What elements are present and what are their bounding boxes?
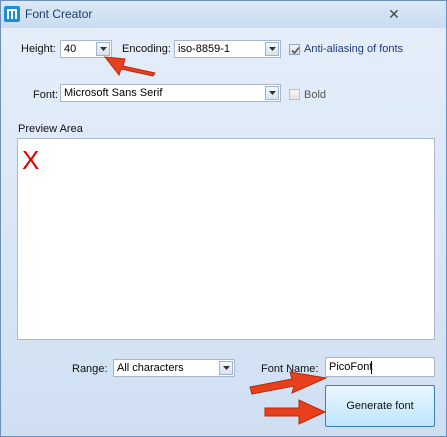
font-dropdown-button[interactable] [265,86,279,100]
font-label: Font: [33,89,59,101]
font-name-input[interactable]: PicoFont [325,357,435,377]
bold-label: Bold [304,89,327,101]
chevron-down-icon [269,91,276,95]
font-select[interactable]: Microsoft Sans Serif [60,84,281,102]
chevron-down-icon [269,47,276,51]
close-icon[interactable]: ✕ [386,7,402,21]
encoding-dropdown-button[interactable] [265,42,279,56]
checkmark-icon [291,46,300,55]
range-label: Range: [72,363,108,375]
preview-glyph: X [22,145,40,175]
antialias-label: Anti-aliasing of fonts [304,43,404,55]
preview-area-label: Preview Area [18,123,83,135]
bold-checkbox[interactable] [289,89,300,100]
title-bar: Font Creator ✕ [1,1,446,28]
annotation-arrow-generate [264,399,327,425]
text-caret [371,361,372,374]
range-select[interactable]: All characters [113,359,235,377]
app-icon [4,6,20,22]
generate-font-button[interactable]: Generate font [325,385,435,427]
chevron-down-icon [223,366,230,370]
height-value: 40 [64,43,77,55]
encoding-value: iso-8859-1 [178,43,230,55]
preview-area: X [17,138,435,340]
font-name-value: PicoFont [329,361,373,373]
annotation-arrow-height [103,56,156,77]
antialias-checkbox[interactable] [289,44,300,55]
height-label: Height: [21,43,56,55]
encoding-select[interactable]: iso-8859-1 [174,40,281,58]
range-value: All characters [117,362,184,374]
font-creator-window: Font Creator ✕ Height: 40 Encoding: iso-… [0,0,447,437]
range-dropdown-button[interactable] [219,361,233,375]
window-title: Font Creator [25,7,93,21]
font-value: Microsoft Sans Serif [64,87,163,99]
